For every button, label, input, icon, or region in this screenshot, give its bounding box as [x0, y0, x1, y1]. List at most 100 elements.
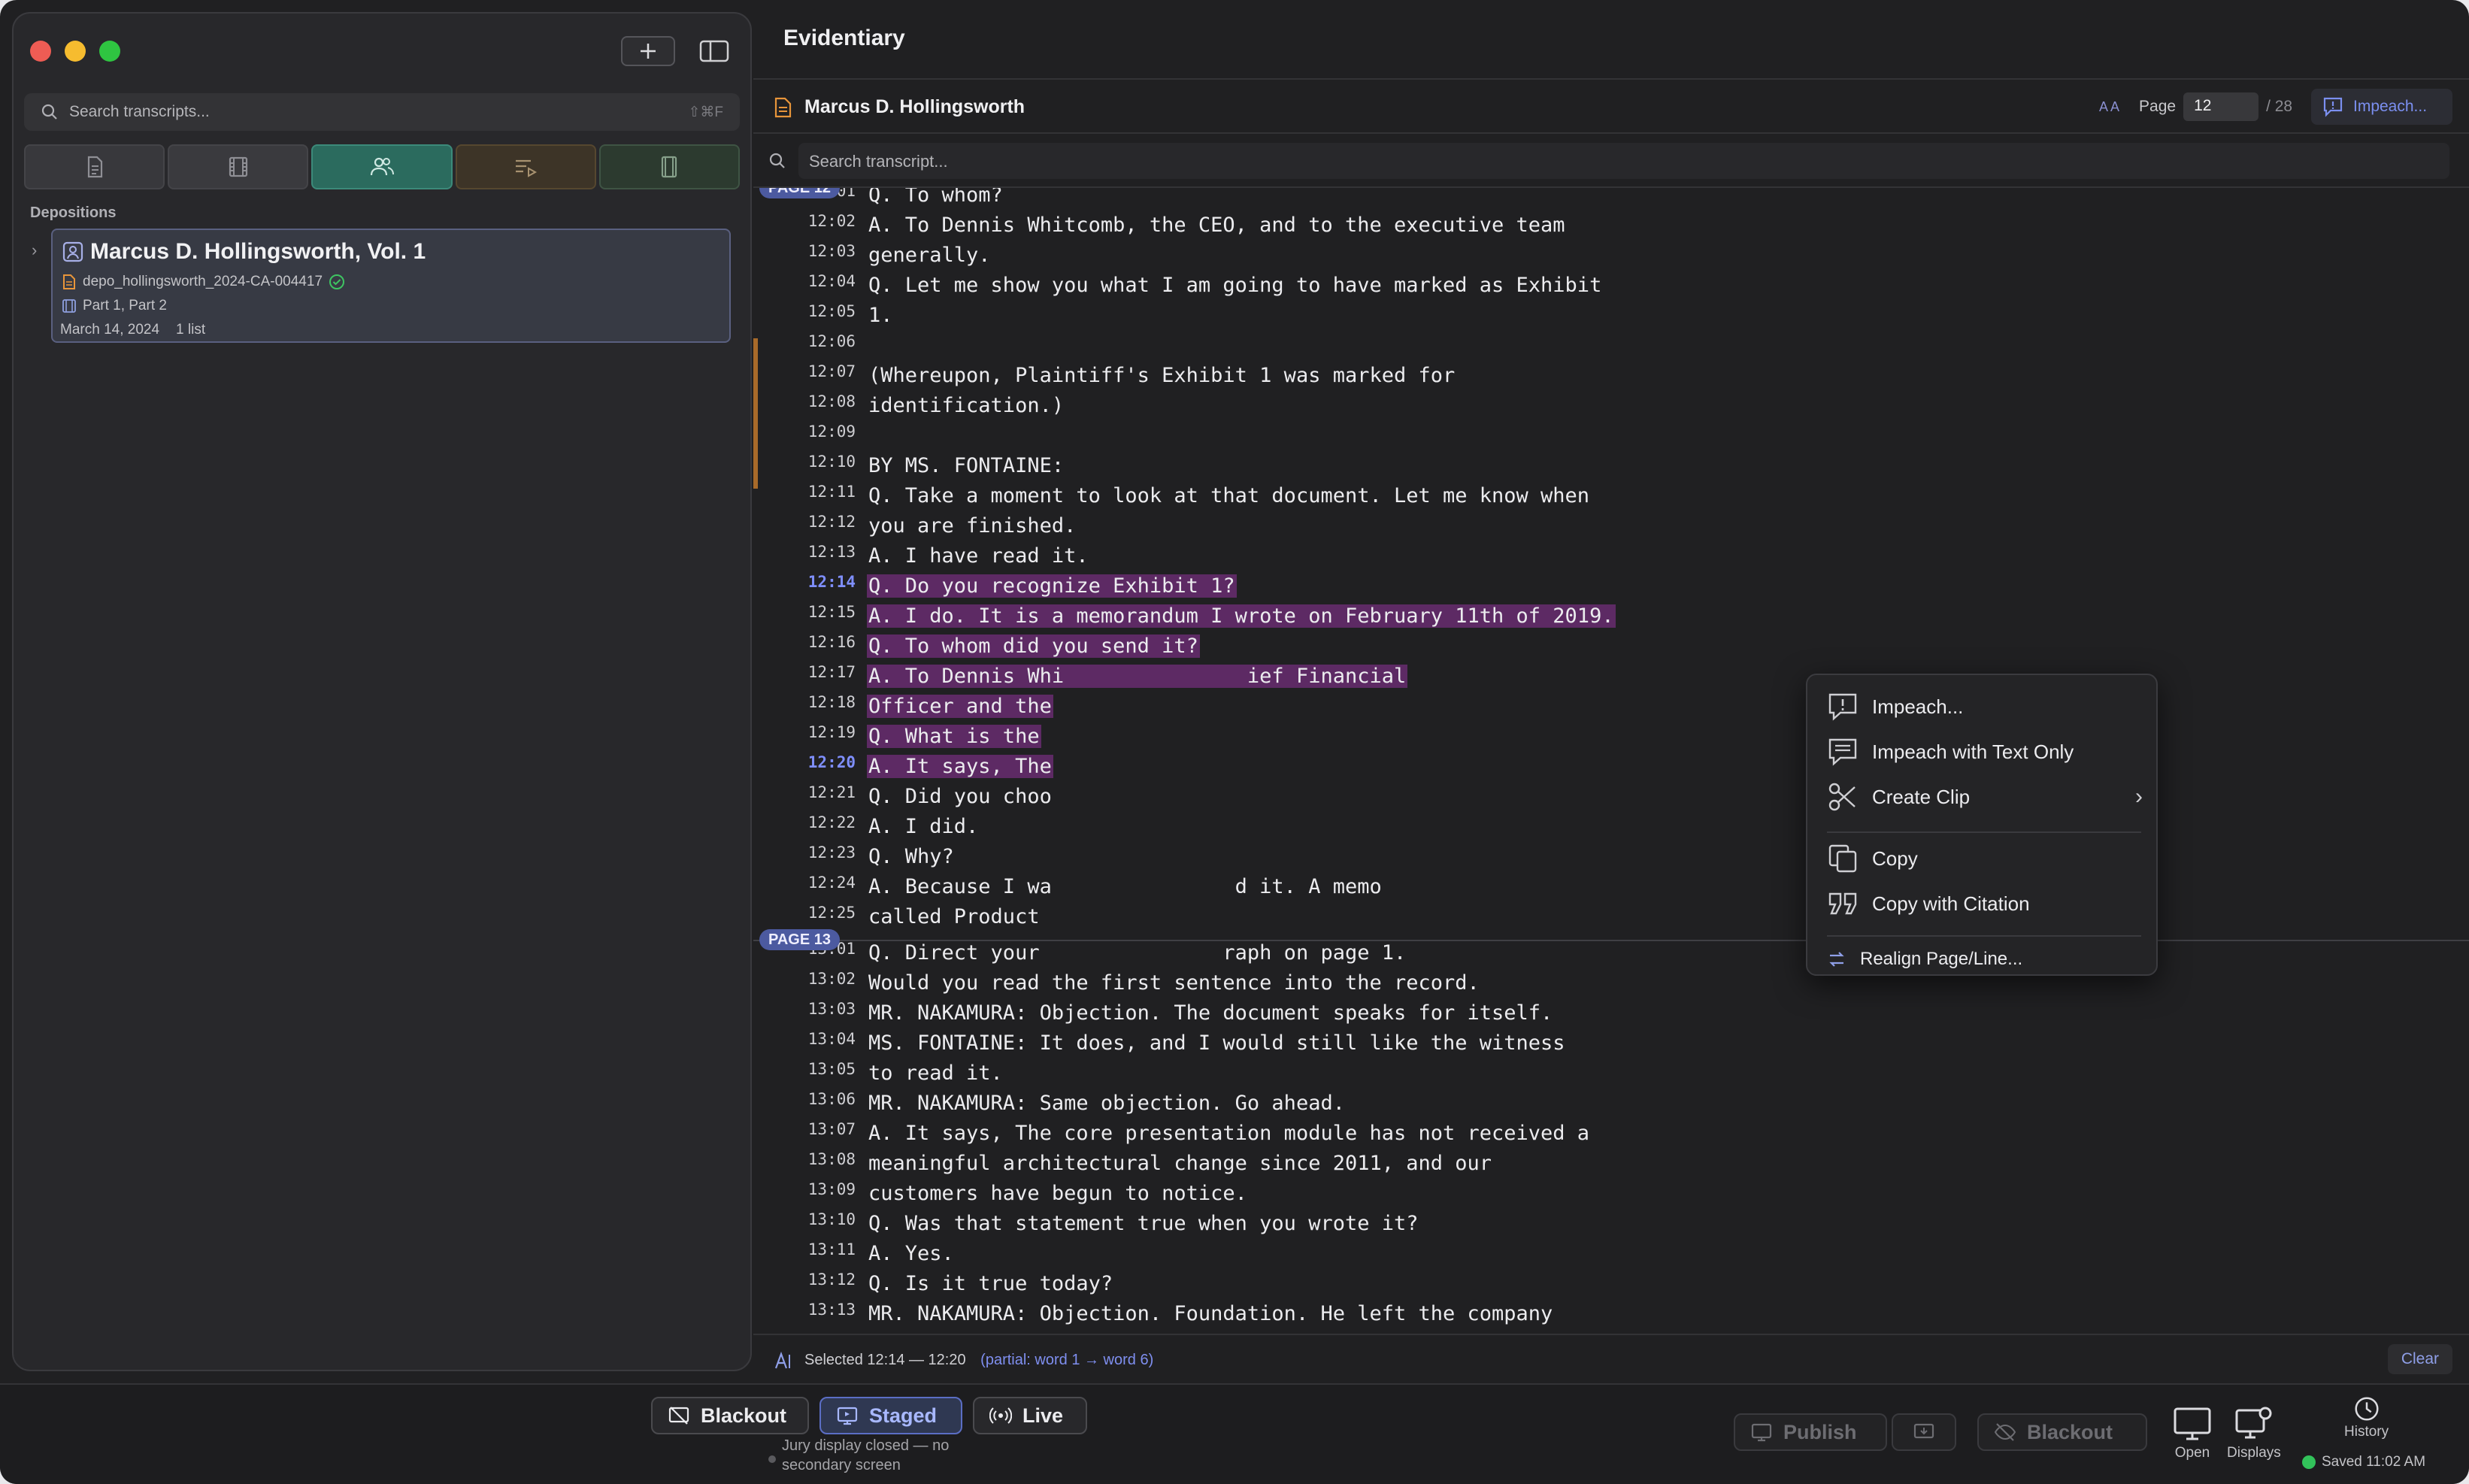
transcript-line[interactable]: 12:25 called Product [753, 902, 2469, 932]
menu-item-impeach-text-only[interactable]: Impeach with Text Only [1827, 734, 2143, 770]
transcript-line[interactable]: 13:02 Would you read the first sentence i… [753, 968, 2469, 998]
line-text[interactable]: A. It says, The [867, 755, 1053, 778]
line-text[interactable]: BY MS. FONTAINE: [867, 454, 1065, 477]
tab-documents[interactable] [24, 144, 165, 189]
line-text[interactable]: Q. To whom? [867, 188, 1004, 207]
transcript-line[interactable]: 12:21 Q. Did you choo [753, 782, 2469, 812]
transcript-line[interactable]: 12:20 A. It says, The [753, 752, 2469, 782]
transcript-line[interactable]: 13:11 A. Yes. [753, 1239, 2469, 1269]
stage-to-display-button[interactable] [1892, 1413, 1956, 1451]
blackout-mode-button[interactable]: Blackout [651, 1397, 809, 1434]
line-text[interactable]: Q. Direct your raph on page 1. [867, 941, 1407, 965]
live-mode-button[interactable]: Live [973, 1397, 1087, 1434]
zoom-window-button[interactable] [99, 41, 120, 62]
impeach-button[interactable]: Impeach... [2311, 89, 2452, 125]
tab-depositions[interactable] [311, 144, 453, 189]
line-text[interactable]: 1. [867, 304, 895, 327]
line-text[interactable]: (Whereupon, Plaintiff's Exhibit 1 was ma… [867, 364, 1456, 387]
staged-mode-button[interactable]: Staged [819, 1397, 962, 1434]
line-text[interactable]: MR. NAKAMURA: Objection. Foundation. He … [867, 1302, 1554, 1325]
transcript-line[interactable]: 13:08 meaningful architectural change sin… [753, 1149, 2469, 1179]
transcript-search-input[interactable]: Search transcripts... ⇧⌘F [24, 93, 740, 131]
transcript-line[interactable]: 12:05 1. [753, 301, 2469, 331]
line-text[interactable]: Officer and the [867, 695, 1053, 718]
transcript-line[interactable]: 12:19 Q. What is the [753, 722, 2469, 752]
line-text[interactable]: Q. Was that statement true when you wrot… [867, 1212, 1420, 1235]
transcript-line[interactable]: 12:13 A. I have read it. [753, 541, 2469, 571]
transcript-line[interactable]: 12:18 Officer and the [753, 692, 2469, 722]
transcript-line[interactable]: 12:16 Q. To whom did you send it? [753, 631, 2469, 662]
transcript-line[interactable]: 13:03 MR. NAKAMURA: Objection. The docume… [753, 998, 2469, 1028]
transcript-line[interactable]: 13:10 Q. Was that statement true when you… [753, 1209, 2469, 1239]
line-text[interactable]: A. It says, The core presentation module… [867, 1122, 1591, 1145]
transcript-search-input[interactable]: Search transcript... [798, 143, 2449, 179]
line-text[interactable]: Q. What is the [867, 725, 1041, 748]
transcript-line[interactable]: 12:11 Q. Take a moment to look at that do… [753, 481, 2469, 511]
line-text[interactable]: Q. Take a moment to look at that documen… [867, 484, 1591, 507]
transcript-line[interactable]: 12:23 Q. Why? [753, 842, 2469, 872]
transcript-line[interactable]: 12:15 A. I do. It is a memorandum I wrote… [753, 601, 2469, 631]
transcript-line[interactable]: 12:09 [753, 421, 2469, 451]
line-text[interactable]: Q. Let me show you what I am going to ha… [867, 274, 1603, 297]
publish-button[interactable]: Publish [1734, 1413, 1887, 1451]
transcript-line[interactable]: 12:06 [753, 331, 2469, 361]
line-text[interactable]: meaningful architectural change since 20… [867, 1152, 1493, 1175]
line-text[interactable]: MR. NAKAMURA: Same objection. Go ahead. [867, 1092, 1347, 1115]
line-text[interactable]: customers have begun to notice. [867, 1182, 1249, 1205]
font-size-button[interactable]: A A [2099, 99, 2119, 115]
line-text[interactable]: Q. To whom did you send it? [867, 634, 1200, 658]
transcript-line[interactable]: 12:04 Q. Let me show you what I am going … [753, 271, 2469, 301]
transcript-line[interactable]: 12:03 generally. [753, 241, 2469, 271]
displays-settings-button[interactable]: Displays [2227, 1403, 2281, 1461]
line-text[interactable]: Q. Why? [867, 845, 956, 868]
line-text[interactable]: generally. [867, 244, 992, 267]
menu-item-impeach[interactable]: Impeach... [1827, 689, 2143, 725]
line-text[interactable]: A. I have read it. [867, 544, 1090, 568]
menu-item-copy-citation[interactable]: Copy with Citation [1827, 886, 2143, 922]
transcript-line[interactable]: 12:22 A. I did. [753, 812, 2469, 842]
line-text[interactable]: identification.) [867, 394, 1065, 417]
transcript-line[interactable]: 12:02 A. To Dennis Whitcomb, the CEO, and… [753, 210, 2469, 241]
transcript-line[interactable]: 13:13 MR. NAKAMURA: Objection. Foundation… [753, 1299, 2469, 1329]
line-text[interactable]: to read it. [867, 1062, 1004, 1085]
line-text[interactable]: Q. Did you choo [867, 785, 1053, 808]
transcript-line[interactable]: 12:14 Q. Do you recognize Exhibit 1? [753, 571, 2469, 601]
transcript-line[interactable]: 13:09 customers have begun to notice. [753, 1179, 2469, 1209]
transcript-line[interactable]: 12:17 A. To Dennis Whi ief Financial [753, 662, 2469, 692]
transcript-line[interactable]: 12:24 A. Because I wa d it. A memo [753, 872, 2469, 902]
line-text[interactable]: MS. FONTAINE: It does, and I would still… [867, 1031, 1567, 1055]
line-text[interactable]: Would you read the first sentence into t… [867, 971, 1481, 995]
line-text[interactable]: A. Yes. [867, 1242, 956, 1265]
add-button[interactable] [621, 36, 675, 66]
tab-playlists[interactable] [455, 144, 596, 189]
menu-item-copy[interactable]: Copy [1827, 840, 2143, 877]
line-text[interactable]: Q. Is it true today? [867, 1272, 1114, 1295]
transcript-view[interactable]: 12:01Q. To whom? 12:02 A. To Dennis Whitco… [753, 188, 2469, 1334]
transcript-line[interactable]: 12:08 identification.) [753, 391, 2469, 421]
line-text[interactable]: Q. Do you recognize Exhibit 1? [867, 574, 1237, 598]
transcript-line[interactable]: 13:07 A. It says, The core presentation m… [753, 1119, 2469, 1149]
transcript-line[interactable]: 13:04 MS. FONTAINE: It does, and I would … [753, 1028, 2469, 1058]
transcript-line[interactable]: 13:06 MR. NAKAMURA: Same objection. Go ah… [753, 1089, 2469, 1119]
transcript-line[interactable]: 13:12 Q. Is it true today? [753, 1269, 2469, 1299]
transcript-line[interactable]: 12:10 BY MS. FONTAINE: [753, 451, 2469, 481]
deposition-item[interactable]: › Marcus D. Hollingsworth, Vol. 1 depo_h… [32, 229, 731, 343]
line-text[interactable]: A. Because I wa d it. A memo [867, 875, 1383, 898]
blackout-button[interactable]: Blackout [1977, 1413, 2147, 1451]
history-button[interactable]: History [2344, 1394, 2389, 1440]
tab-videos[interactable] [168, 144, 309, 189]
menu-item-realign[interactable]: Realign Page/Line... [1827, 941, 2143, 977]
tab-exhibits[interactable] [598, 144, 741, 189]
transcript-line[interactable]: 13:01Q. Direct your raph on page 1. [753, 938, 2469, 968]
line-text[interactable]: A. I do. It is a memorandum I wrote on F… [867, 604, 1616, 628]
transcript-line[interactable]: 12:01Q. To whom? [753, 188, 2469, 210]
transcript-line[interactable]: 12:07 (Whereupon, Plaintiff's Exhibit 1 w… [753, 361, 2469, 391]
open-display-button[interactable]: Open [2171, 1403, 2213, 1461]
clear-selection-button[interactable]: Clear [2387, 1344, 2452, 1374]
line-text[interactable]: you are finished. [867, 514, 1077, 538]
minimize-window-button[interactable] [65, 41, 86, 62]
line-text[interactable]: MR. NAKAMURA: Objection. The document sp… [867, 1001, 1554, 1025]
line-text[interactable]: A. I did. [867, 815, 980, 838]
page-number-input[interactable]: 12 [2183, 92, 2259, 121]
line-text[interactable]: A. To Dennis Whi ief Financial [867, 665, 1408, 688]
